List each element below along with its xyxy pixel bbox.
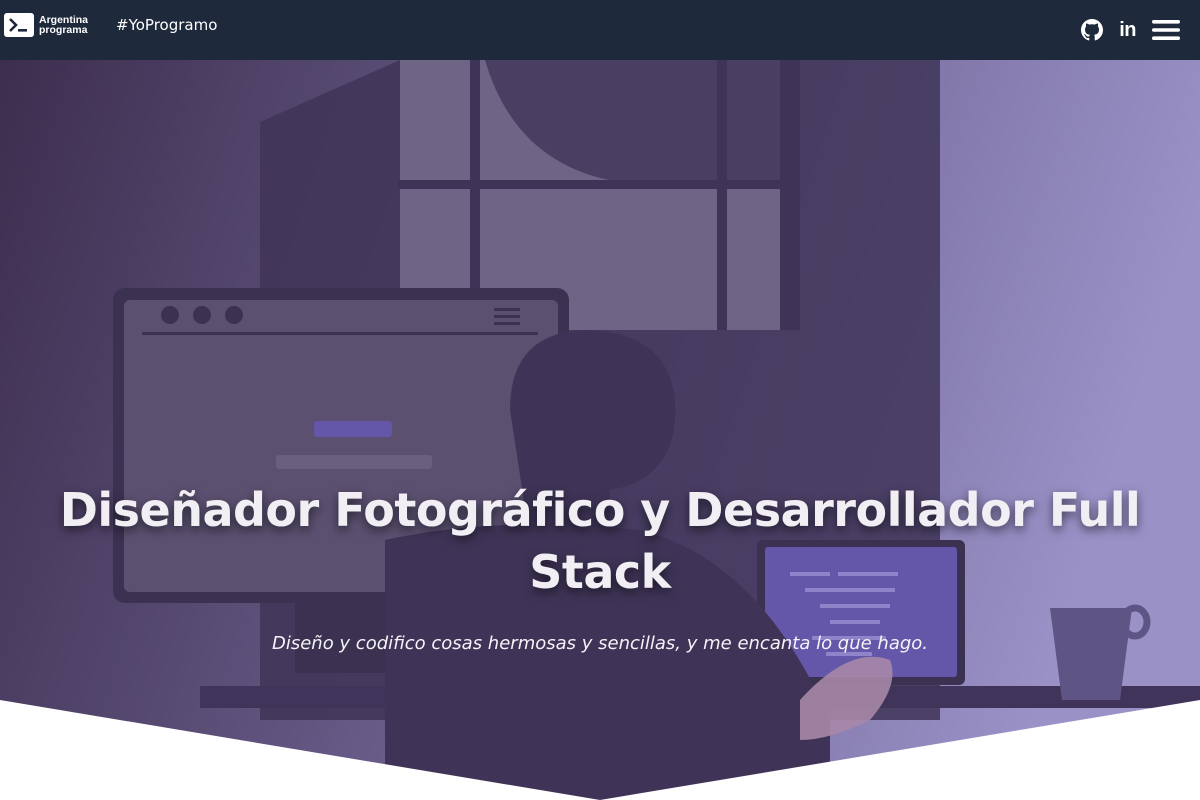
top-navbar: Argentina programa #YoProgramo in — [0, 0, 1200, 60]
hero-title: Diseñador Fotográfico y Desarrollador Fu… — [59, 483, 1141, 599]
chevron-double-down-icon[interactable] — [585, 764, 613, 796]
brand-logo-link[interactable]: Argentina programa — [4, 11, 88, 39]
hero-section: Diseñador Fotográfico y Desarrollador Fu… — [0, 60, 1200, 800]
social-links: in — [1065, 12, 1180, 48]
linkedin-icon[interactable]: in — [1119, 19, 1136, 42]
hero-background-illustration — [0, 60, 1200, 800]
brand-line-2: programa — [39, 24, 88, 36]
hero-subtitle: Diseño y codifico cosas hermosas y senci… — [271, 633, 929, 654]
github-icon[interactable] — [1081, 19, 1104, 41]
terminal-icon — [4, 13, 34, 37]
brand-name: Argentina programa — [39, 15, 88, 36]
hamburger-menu-icon[interactable] — [1152, 18, 1180, 42]
hashtag-link[interactable]: #YoProgramo — [116, 16, 217, 34]
